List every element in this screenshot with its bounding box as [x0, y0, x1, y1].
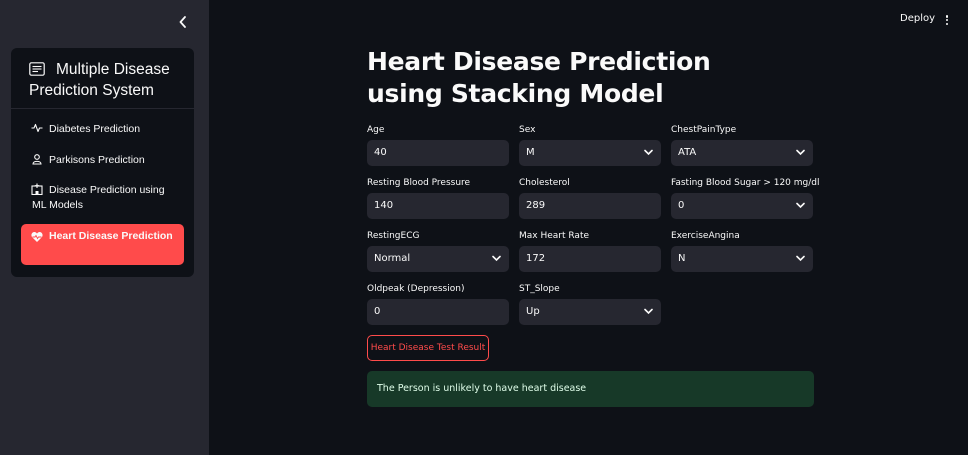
- menu-title: Multiple Disease Prediction System: [29, 61, 170, 99]
- sex-select[interactable]: M: [519, 140, 661, 166]
- sidebar-item-heart-disease[interactable]: Heart Disease Prediction: [21, 224, 184, 265]
- chevron-left-icon: [179, 16, 186, 28]
- chevron-down-icon: [644, 308, 653, 315]
- cholesterol-value: 289: [526, 200, 546, 211]
- st-slope-select[interactable]: Up: [519, 299, 661, 325]
- fasting-bs-label: Fasting Blood Sugar > 120 mg/dl: [671, 178, 820, 188]
- resting-ecg-label: RestingECG: [367, 231, 420, 241]
- heart-disease-result-button[interactable]: Heart Disease Test Result: [367, 335, 489, 361]
- sidebar-item-parkinsons[interactable]: Parkisons Prediction: [21, 151, 184, 169]
- chevron-down-icon: [796, 149, 805, 156]
- success-alert: The Person is unlikely to have heart dis…: [367, 371, 814, 407]
- resting-bp-value: 140: [374, 200, 394, 211]
- oldpeak-value: 0: [374, 306, 381, 317]
- result-message: The Person is unlikely to have heart dis…: [377, 383, 587, 394]
- sidebar-item-label: Parkisons Prediction: [49, 154, 145, 166]
- deploy-button[interactable]: Deploy: [900, 13, 935, 24]
- oldpeak-input[interactable]: 0: [367, 299, 509, 325]
- chest-pain-value: ATA: [678, 147, 697, 158]
- max-hr-label: Max Heart Rate: [519, 231, 590, 241]
- st-slope-value: Up: [526, 306, 540, 317]
- fasting-bs-value: 0: [678, 200, 685, 211]
- exercise-angina-select[interactable]: N: [671, 246, 813, 272]
- result-button-label: Heart Disease Test Result: [370, 343, 486, 353]
- max-hr-input[interactable]: 172: [519, 246, 661, 272]
- age-input[interactable]: 40: [367, 140, 509, 166]
- age-value: 40: [374, 147, 387, 158]
- sex-label: Sex: [519, 125, 536, 135]
- sidebar-item-ml-models[interactable]: Disease Prediction using ML Models: [21, 181, 184, 215]
- chevron-down-icon: [492, 255, 501, 262]
- cholesterol-input[interactable]: 289: [519, 193, 661, 219]
- option-menu: Multiple Disease Prediction System Diabe…: [11, 48, 194, 277]
- collapse-sidebar-button[interactable]: [176, 13, 190, 31]
- fasting-bs-select[interactable]: 0: [671, 193, 813, 219]
- chevron-down-icon: [796, 255, 805, 262]
- oldpeak-label: Oldpeak (Depression): [367, 284, 465, 294]
- sidebar: Multiple Disease Prediction System Diabe…: [0, 0, 209, 455]
- more-options-icon[interactable]: [943, 13, 951, 27]
- resting-ecg-select[interactable]: Normal: [367, 246, 509, 272]
- page-title: Heart Disease Prediction using Stacking …: [367, 47, 711, 108]
- sidebar-item-diabetes[interactable]: Diabetes Prediction: [21, 120, 184, 138]
- chevron-down-icon: [796, 202, 805, 209]
- chest-pain-label: ChestPainType: [671, 125, 737, 135]
- cholesterol-label: Cholesterol: [519, 178, 570, 188]
- st-slope-label: ST_Slope: [519, 284, 560, 294]
- max-hr-value: 172: [526, 253, 546, 264]
- menu-header: Multiple Disease Prediction System: [11, 48, 194, 109]
- exercise-angina-label: ExerciseAngina: [671, 231, 740, 241]
- chest-pain-select[interactable]: ATA: [671, 140, 813, 166]
- age-label: Age: [367, 125, 385, 135]
- resting-bp-label: Resting Blood Pressure: [367, 178, 471, 188]
- resting-ecg-value: Normal: [374, 253, 411, 264]
- resting-bp-input[interactable]: 140: [367, 193, 509, 219]
- sidebar-item-label: Diabetes Prediction: [49, 123, 141, 135]
- exercise-angina-value: N: [678, 253, 686, 264]
- sidebar-item-label: Disease Prediction using ML Models: [32, 184, 165, 211]
- sidebar-item-label: Heart Disease Prediction: [49, 230, 173, 242]
- sex-value: M: [526, 147, 535, 158]
- chevron-down-icon: [644, 149, 653, 156]
